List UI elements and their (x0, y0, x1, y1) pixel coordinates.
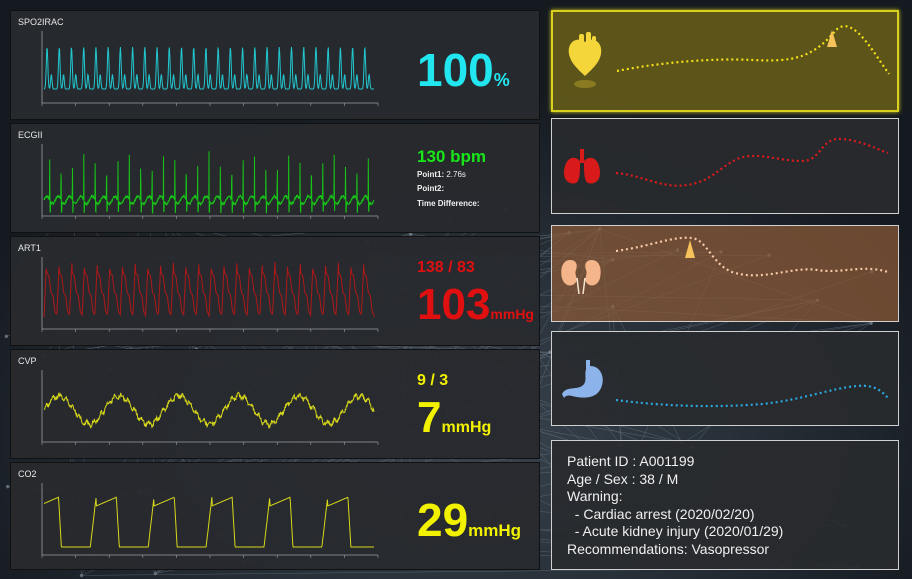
heart-card[interactable] (551, 10, 899, 112)
waveform-trace (43, 261, 375, 318)
lungs-card[interactable] (551, 118, 899, 214)
panel-title: CVP (18, 356, 37, 366)
value-unit: % (493, 70, 510, 90)
patient-info-panel: Patient ID : A001199 Age / Sex : 38 / M … (551, 440, 899, 570)
kidney-trend-line (615, 236, 889, 277)
time-difference-label: Time Difference: (417, 199, 480, 208)
point1-readout: Point1: 2.76s (417, 170, 466, 179)
kidney-icon (561, 260, 601, 295)
spo2-panel: SPO2IRAC 100% (10, 10, 540, 120)
warning-item: - Acute kidney injury (2020/01/29) (567, 523, 784, 539)
patient-age-sex: Age / Sex : 38 / M (567, 470, 679, 487)
heart-rate-value: 130 bpm (417, 147, 486, 166)
spo2-waveform (41, 31, 379, 106)
recommendation: Recommendations: Vasopressor (567, 540, 770, 557)
kidney-alert-marker (685, 240, 695, 258)
value-number: 7 (417, 393, 442, 442)
art-systolic-diastolic: 138 / 83 (417, 259, 475, 276)
patient-id: Patient ID : A001199 (567, 453, 695, 469)
point1-value: 2.76s (446, 170, 466, 179)
lungs-icon (564, 149, 600, 184)
waveform-trace (43, 151, 375, 215)
value-number: 100 (417, 44, 494, 96)
co2-panel: CO2 29mmHg (10, 462, 540, 570)
panel-title: ART1 (18, 243, 41, 253)
art-panel: ART1 138 / 83 103mmHg (10, 236, 540, 346)
co2-value: 29mmHg (417, 497, 521, 543)
heart-icon (568, 32, 602, 88)
cvp-mean-value: 7mmHg (417, 396, 491, 440)
stomach-trend-line (615, 384, 889, 408)
value-unit: mmHg (441, 419, 492, 436)
stomach-card[interactable] (551, 331, 899, 426)
value-number: 103 (417, 280, 491, 329)
point1-label: Point1: (417, 170, 445, 179)
cvp-systolic-diastolic: 9 / 3 (417, 372, 449, 389)
value-unit: mmHg (490, 306, 534, 322)
panel-title: SPO2IRAC (18, 17, 64, 27)
waveform-trace (43, 391, 375, 430)
value-number: 29 (417, 494, 469, 546)
heart-trend-line (616, 25, 890, 75)
cvp-panel: CVP 9 / 3 7mmHg (10, 349, 540, 459)
co2-waveform (41, 483, 379, 558)
point2-label: Point2: (417, 184, 445, 193)
cvp-waveform (41, 370, 379, 445)
stomach-icon (562, 360, 603, 398)
ecg-waveform (41, 144, 379, 219)
spo2-value: 100% (417, 47, 510, 93)
lungs-trend-line (615, 137, 889, 187)
panel-title: CO2 (18, 469, 37, 479)
warning-item: - Cardiac arrest (2020/02/20) (567, 505, 755, 522)
waveform-trace (43, 46, 374, 90)
value-unit: mmHg (468, 521, 522, 540)
art-mean-value: 103mmHg (417, 283, 534, 327)
art-waveform (41, 257, 379, 332)
panel-title: ECGII (18, 130, 43, 140)
warning-label: Warning: (567, 488, 623, 504)
ecg-panel: ECGII 130 bpm Point1: 2.76s Point2: Time… (10, 123, 540, 233)
waveform-trace (43, 496, 374, 548)
kidney-card[interactable] (551, 225, 899, 322)
